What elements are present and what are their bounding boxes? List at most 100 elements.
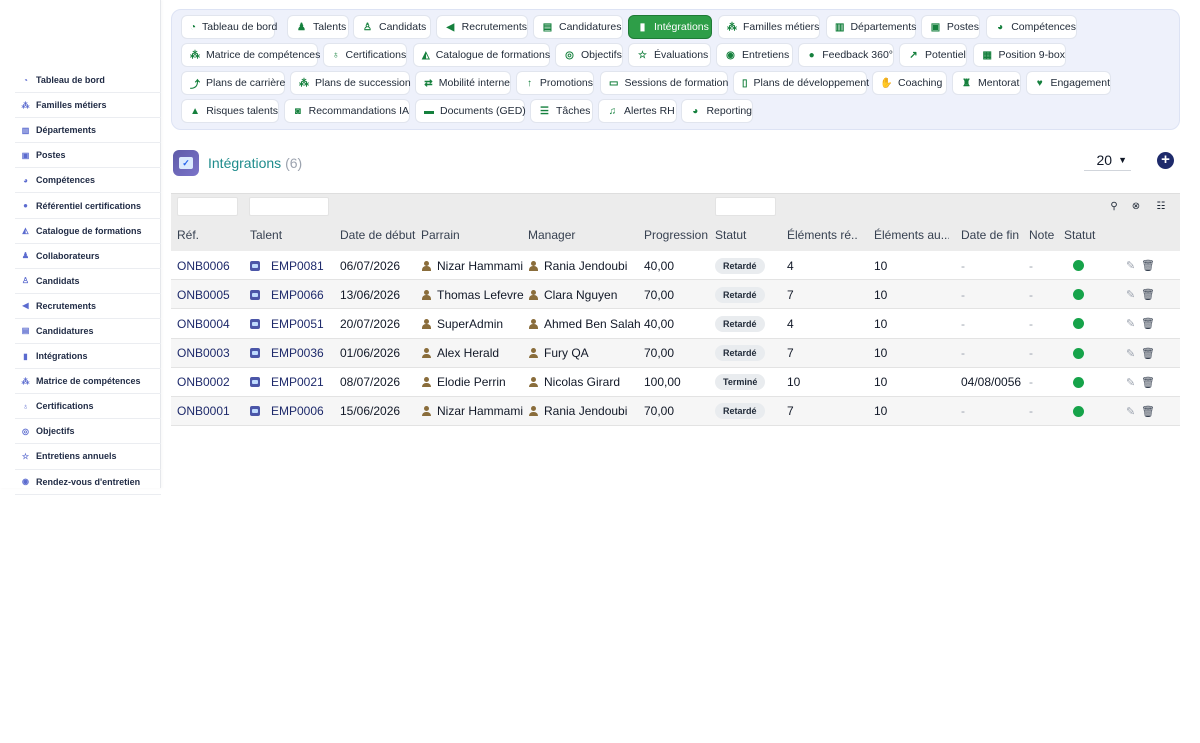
sidebar-item[interactable]: ▤ Candidatures — [15, 319, 161, 345]
manager-cell[interactable]: Rania Jendoubi — [528, 251, 627, 280]
module-pill[interactable]: ♙ Candidats — [353, 15, 431, 39]
module-pill[interactable]: ⁂ Familles métiers — [718, 15, 820, 39]
talent-link[interactable]: EMP0021 — [271, 375, 324, 389]
manager-name[interactable]: Fury QA — [544, 346, 589, 360]
column-header[interactable]: Réf. — [177, 228, 237, 242]
module-pill[interactable]: ● Feedback 360° — [798, 43, 894, 67]
column-header[interactable]: Date de début — [340, 228, 418, 242]
column-header[interactable]: Éléments ré... — [787, 228, 857, 242]
sidebar-item[interactable]: ⁂ Familles métiers — [15, 93, 161, 119]
sidebar-item[interactable]: ▥ Départements — [15, 118, 161, 144]
talent-link[interactable]: EMP0081 — [271, 259, 324, 273]
ref-link[interactable]: ONB0006 — [177, 259, 230, 273]
table-row[interactable]: ONB0006 EMP0081 06/07/2026 Nizar Hammami… — [171, 251, 1180, 281]
edit-icon[interactable]: ✎ — [1126, 309, 1135, 338]
module-pill[interactable]: ☰ Tâches — [530, 99, 593, 123]
column-header[interactable]: Date de fin — [961, 228, 1027, 242]
module-pill[interactable]: ⇄ Mobilité interne — [415, 71, 511, 95]
module-pill[interactable]: ▥ Départements — [826, 15, 916, 39]
delete-icon[interactable]: 🗑 — [1141, 339, 1155, 368]
manager-cell[interactable]: Fury QA — [528, 339, 589, 368]
sidebar-item[interactable]: ◕ Compétences — [15, 168, 161, 194]
module-pill[interactable]: ◉ Entretiens — [716, 43, 793, 67]
parrain-cell[interactable]: Thomas Lefevre — [421, 280, 524, 309]
talent-cell[interactable]: EMP0066 — [250, 280, 324, 309]
module-pill[interactable]: ⤴ Plans de carrière — [181, 71, 285, 95]
column-header[interactable]: Note — [1029, 228, 1061, 242]
parrain-cell[interactable]: Elodie Perrin — [421, 368, 506, 397]
sidebar-item[interactable]: ◭ Catalogue de formations — [15, 219, 161, 244]
sidebar-item[interactable]: ☆ Entretiens annuels — [15, 444, 161, 470]
parrain-name[interactable]: Alex Herald — [437, 346, 499, 360]
talent-link[interactable]: EMP0066 — [271, 288, 324, 302]
sidebar-item[interactable]: ◉ Rendez-vous d'entretien — [15, 470, 161, 495]
sidebar-item[interactable]: ◀ Recrutements — [15, 294, 161, 319]
ref-link[interactable]: ONB0002 — [177, 375, 230, 389]
sidebar-item[interactable]: ▣ Postes — [15, 143, 161, 169]
module-pill[interactable]: ◙ Recommandations IA — [284, 99, 410, 123]
delete-icon[interactable]: 🗑 — [1141, 251, 1155, 280]
ref-link[interactable]: ONB0004 — [177, 317, 230, 331]
add-record-button[interactable]: + — [1157, 152, 1174, 169]
manager-name[interactable]: Rania Jendoubi — [544, 404, 627, 418]
delete-icon[interactable]: 🗑 — [1141, 397, 1155, 426]
module-pill[interactable]: ▯ Plans de développement — [733, 71, 869, 95]
sidebar-item[interactable]: ♁ Certifications — [15, 394, 161, 420]
parrain-name[interactable]: Nizar Hammami — [437, 404, 523, 418]
ref-link[interactable]: ONB0005 — [177, 288, 230, 302]
talent-cell[interactable]: EMP0081 — [250, 251, 324, 280]
column-header[interactable]: Parrain — [421, 228, 521, 242]
filter-ref-input[interactable] — [177, 197, 238, 216]
ref-cell[interactable]: ONB0004 — [177, 309, 230, 338]
parrain-cell[interactable]: Alex Herald — [421, 339, 499, 368]
module-pill[interactable]: ♥ Engagement — [1026, 71, 1111, 95]
delete-icon[interactable]: 🗑 — [1141, 309, 1155, 338]
column-list-icon[interactable]: ☷ — [1155, 200, 1167, 212]
ref-cell[interactable]: ONB0006 — [177, 251, 230, 280]
ref-cell[interactable]: ONB0003 — [177, 339, 230, 368]
manager-cell[interactable]: Rania Jendoubi — [528, 397, 627, 426]
parrain-cell[interactable]: Nizar Hammami — [421, 251, 523, 280]
talent-link[interactable]: EMP0036 — [271, 346, 324, 360]
ref-cell[interactable]: ONB0001 — [177, 397, 230, 426]
talent-cell[interactable]: EMP0036 — [250, 339, 324, 368]
ref-cell[interactable]: ONB0005 — [177, 280, 230, 309]
edit-icon[interactable]: ✎ — [1126, 251, 1135, 280]
parrain-name[interactable]: Nizar Hammami — [437, 259, 523, 273]
module-pill[interactable]: ↑ Promotions — [516, 71, 594, 95]
module-pill[interactable]: ☆ Évaluations — [628, 43, 711, 67]
module-pill[interactable]: ◕ Reporting — [681, 99, 753, 123]
talent-link[interactable]: EMP0006 — [271, 404, 324, 418]
talent-link[interactable]: EMP0051 — [271, 317, 324, 331]
module-pill[interactable]: ↗ Potentiel — [899, 43, 967, 67]
sidebar-item[interactable]: ◔ Tableau de bord — [15, 68, 161, 94]
edit-icon[interactable]: ✎ — [1126, 368, 1135, 397]
delete-icon[interactable]: 🗑 — [1141, 280, 1155, 309]
module-pill[interactable]: ◭ Catalogue de formations — [413, 43, 550, 67]
ref-link[interactable]: ONB0001 — [177, 404, 230, 418]
manager-name[interactable]: Rania Jendoubi — [544, 259, 627, 273]
module-pill[interactable]: ▮ Intégrations — [628, 15, 712, 39]
module-pill[interactable]: ▤ Candidatures — [533, 15, 623, 39]
module-pill[interactable]: ✋ Coaching — [872, 71, 947, 95]
ref-link[interactable]: ONB0003 — [177, 346, 230, 360]
page-size-select[interactable]: 20 ▼ — [1084, 150, 1131, 171]
module-pill[interactable]: ◔ Tableau de bord — [181, 15, 277, 39]
talent-cell[interactable]: EMP0006 — [250, 397, 324, 426]
filter-talent-input[interactable] — [249, 197, 329, 216]
talent-cell[interactable]: EMP0051 — [250, 309, 324, 338]
parrain-cell[interactable]: SuperAdmin — [421, 309, 503, 338]
column-header[interactable]: Progression — [644, 228, 712, 242]
table-row[interactable]: ONB0001 EMP0006 15/06/2026 Nizar Hammami… — [171, 396, 1180, 427]
module-pill[interactable]: ▦ Position 9-box — [973, 43, 1066, 67]
module-pill[interactable]: ♁ Certifications — [323, 43, 407, 67]
manager-cell[interactable]: Ahmed Ben Salah — [528, 309, 641, 338]
module-pill[interactable]: ♫ Alertes RH — [598, 99, 677, 123]
module-pill[interactable]: ⁂ Matrice de compétences — [181, 43, 320, 67]
column-header[interactable]: Éléments au... — [874, 228, 949, 242]
module-pill[interactable]: ▭ Sessions de formation — [600, 71, 728, 95]
sidebar-item[interactable]: ⁂ Matrice de compétences — [15, 369, 161, 395]
parrain-name[interactable]: SuperAdmin — [437, 317, 503, 331]
delete-icon[interactable]: 🗑 — [1141, 368, 1155, 397]
sidebar-item[interactable]: ● Référentiel certifications — [15, 193, 161, 219]
